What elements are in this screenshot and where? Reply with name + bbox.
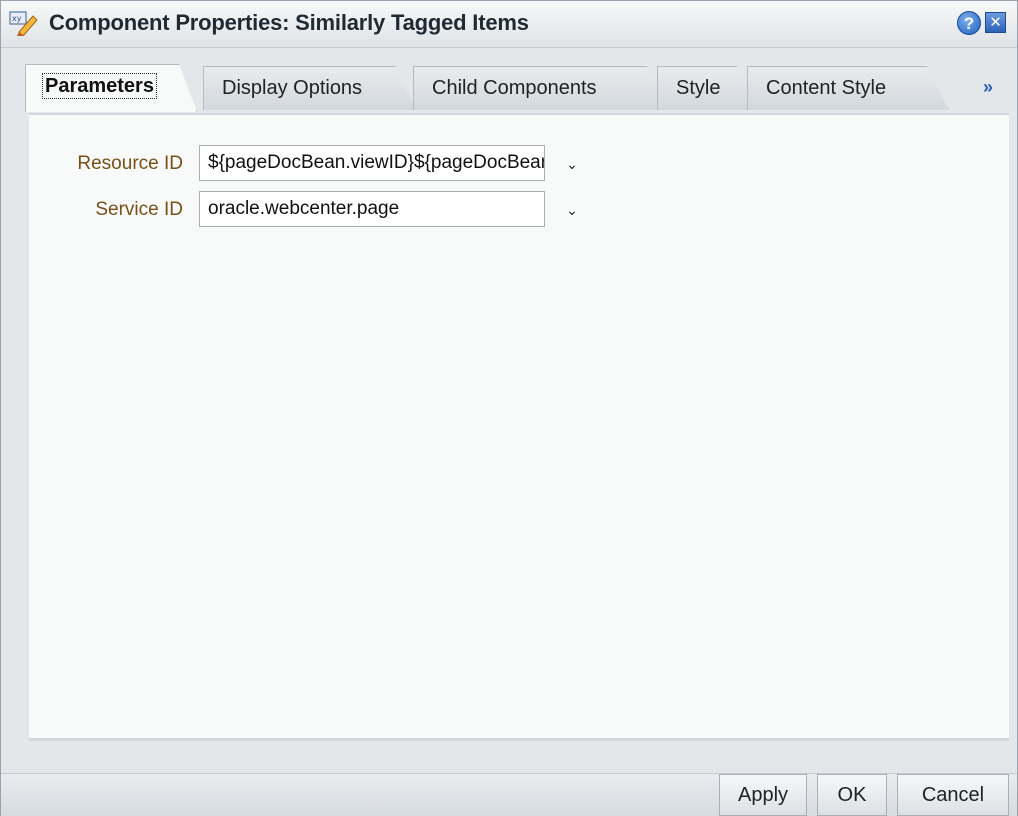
tab-label: Style [676, 77, 721, 99]
tab-display-options[interactable]: Display Options [203, 66, 417, 110]
ok-button[interactable]: OK [817, 774, 887, 816]
tab-style[interactable]: Style [657, 66, 759, 110]
dialog-title: Component Properties: Similarly Tagged I… [49, 10, 529, 35]
tab-label: Child Components [432, 77, 597, 99]
edit-properties-icon: xy [9, 10, 39, 37]
chevron-down-icon[interactable]: ⌄ [563, 155, 581, 173]
chevron-down-icon[interactable]: ⌄ [563, 201, 581, 219]
parameters-panel: Resource ID ${pageDocBean.viewID}${pageD… [29, 113, 1009, 741]
tab-label: Content Style [766, 77, 887, 99]
apply-button[interactable]: Apply [719, 774, 807, 816]
resource-id-input[interactable]: ${pageDocBean.viewID}${pageDocBean.viewI… [199, 145, 545, 181]
resource-id-row: Resource ID ${pageDocBean.viewID}${pageD… [29, 145, 629, 183]
resource-id-label: Resource ID [77, 153, 183, 174]
component-properties-dialog: xy Component Properties: Similarly Tagge… [0, 0, 1018, 816]
tab-label: Display Options [222, 77, 363, 99]
tab-child-components[interactable]: Child Components [413, 66, 669, 110]
service-id-row: Service ID oracle.webcenter.page ⌄ [29, 191, 629, 229]
service-id-input[interactable]: oracle.webcenter.page [199, 191, 545, 227]
title-bar[interactable]: xy Component Properties: Similarly Tagge… [1, 1, 1017, 48]
help-button[interactable]: ? [957, 11, 981, 35]
close-button[interactable]: ✕ [985, 12, 1006, 33]
tab-label: Parameters [45, 75, 154, 97]
tab-strip: Parameters Display Options Child Compone… [11, 55, 1007, 113]
cancel-button[interactable]: Cancel [897, 774, 1009, 816]
tab-parameters[interactable]: Parameters [25, 64, 197, 112]
service-id-label: Service ID [95, 199, 183, 220]
svg-text:xy: xy [12, 14, 22, 23]
tab-overflow-button[interactable]: » [983, 77, 993, 98]
dialog-footer: Apply OK Cancel [1, 773, 1017, 816]
tab-content-style[interactable]: Content Style [747, 66, 949, 110]
